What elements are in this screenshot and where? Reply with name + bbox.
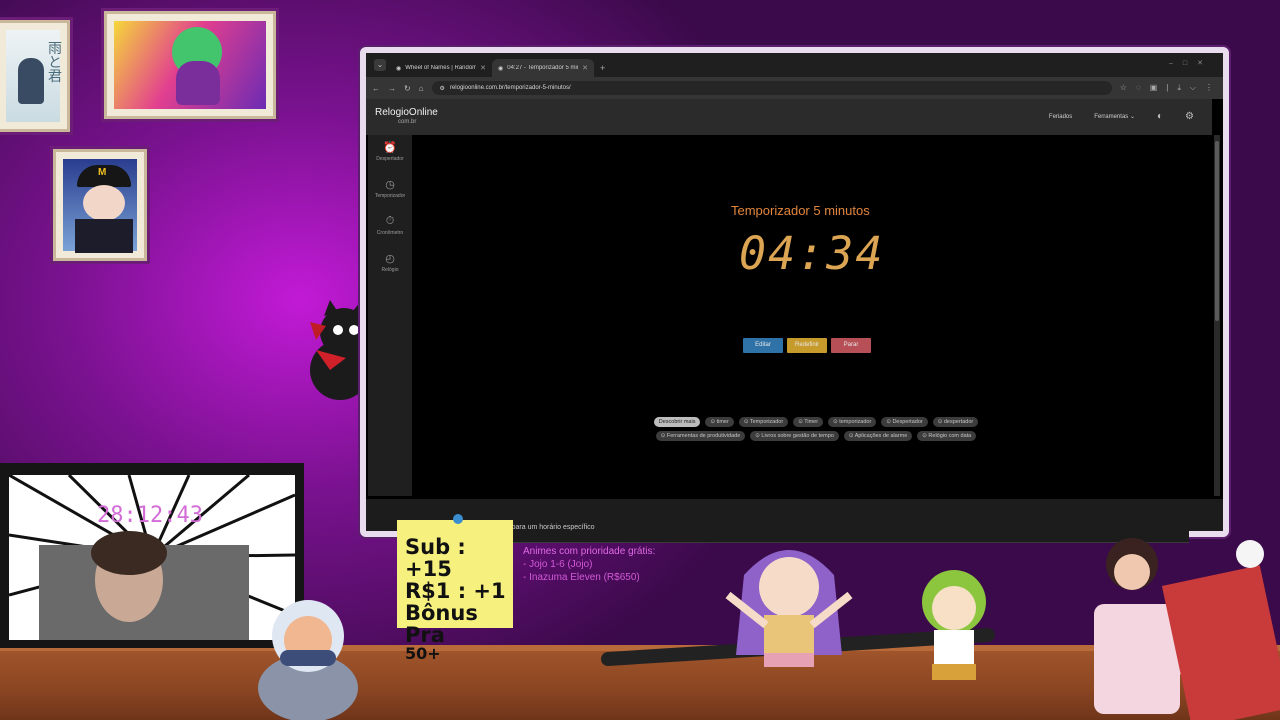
sidebar-item-despertador[interactable]: ⏰ Despertador: [368, 141, 412, 162]
sidebar-item-relogio[interactable]: ◴ Relógio: [368, 252, 412, 273]
window-controls[interactable]: –□✕: [1169, 59, 1213, 67]
search-chip[interactable]: ⊙ despertador: [932, 417, 979, 427]
framed-anime-art: [104, 11, 276, 119]
search-chip[interactable]: ⊙ Despertador: [881, 417, 928, 427]
anime-list-header: Animes com prioridade grátis:: [523, 546, 656, 557]
edit-button[interactable]: Editar: [743, 338, 783, 353]
header-nav: Feriados Ferramentas ⌄ ◐ ⚙: [1049, 111, 1194, 122]
framed-portrait-art: M: [53, 149, 147, 261]
tab-title: Wheel of Names | Random nam: [405, 65, 477, 71]
search-chip[interactable]: ⊙ timer: [705, 417, 734, 427]
browser-tab-bar: ⌄ ◉ Wheel of Names | Random nam ✕ ◉ 04:2…: [366, 53, 1223, 77]
site-logo[interactable]: RelogioOnline: [375, 107, 438, 118]
forward-icon[interactable]: →: [388, 84, 396, 93]
purple-hair-character: [725, 550, 853, 667]
note-line: 50+: [405, 644, 441, 663]
nav-ferramentas-label: Ferramentas: [1094, 114, 1129, 120]
timer-title: Temporizador 5 minutos: [731, 203, 870, 218]
tab-search-icon[interactable]: ⌄: [374, 59, 386, 71]
sidebar-item-cronometro[interactable]: ⏱ Cronômetro: [368, 215, 412, 236]
page-scrollbar[interactable]: [1214, 135, 1220, 496]
pushpin-icon: [453, 514, 463, 524]
winter-character-figure: [258, 600, 358, 720]
search-chip[interactable]: ⊙ Ferramentas de produtividade: [655, 431, 746, 441]
profile-icon[interactable]: ⌵: [1190, 83, 1196, 93]
tab-temporizador[interactable]: ◉ 04:27 - Temporizador 5 minuto ✕: [492, 59, 594, 77]
globe-icon: ◉: [498, 65, 504, 72]
sidebar: ⏰ Despertador ◷ Temporizador ⏱ Cronômetr…: [368, 135, 412, 496]
anime-list-item: - Inazuma Eleven (R$650): [523, 572, 640, 583]
note-line: Bônus Pra: [405, 601, 478, 647]
search-chip[interactable]: ⊙ Timer: [793, 417, 824, 427]
nav-ferramentas[interactable]: Ferramentas ⌄: [1094, 113, 1135, 120]
website-viewport: RelogioOnline com.br Feriados Ferramenta…: [366, 99, 1223, 543]
tab-title: 04:27 - Temporizador 5 minuto: [507, 65, 578, 71]
globe-icon: ◉: [396, 65, 402, 72]
stopwatch-icon: ⏱: [385, 215, 395, 227]
close-tab-icon[interactable]: ✕: [480, 64, 486, 72]
anime-priority-list: Animes com prioridade grátis: - Jojo 1-6…: [523, 545, 655, 584]
site-header: RelogioOnline com.br Feriados Ferramenta…: [366, 99, 1212, 135]
settings-gear-icon[interactable]: ⚙: [1185, 111, 1194, 122]
browser-toolbar: ← → ↻ ⌂ ⚙ relogioonline.com.br/temporiza…: [366, 77, 1223, 99]
home-icon[interactable]: ⌂: [419, 84, 424, 93]
divider: |: [1166, 83, 1169, 92]
theme-toggle-icon[interactable]: ◐: [1157, 111, 1163, 122]
clock-icon: ◴: [385, 253, 395, 265]
address-bar[interactable]: ⚙ relogioonline.com.br/temporizador-5-mi…: [431, 81, 1112, 95]
sidebar-item-label: Relógio: [381, 267, 399, 273]
sidebar-item-label: Cronômetro: [376, 230, 404, 236]
search-chip[interactable]: ⊙ Livros sobre gestão de tempo: [750, 431, 839, 441]
mug-with-character: [1094, 538, 1280, 720]
back-icon[interactable]: ←: [372, 84, 380, 93]
framed-art-left: 雨と君: [0, 20, 70, 132]
search-chip[interactable]: ⊙ Relógio com data: [917, 431, 977, 441]
sidebar-item-label: Temporizador: [374, 193, 406, 199]
timer-icon: ◷: [385, 179, 395, 191]
search-chip[interactable]: ⊙ temporizador: [828, 417, 877, 427]
extension-icon[interactable]: ◌: [1136, 83, 1141, 93]
reset-button[interactable]: Redefinir: [787, 338, 827, 353]
sub-rules-note: Sub : +15 R$1 : +1 Bônus Pra 50+: [397, 514, 513, 662]
nav-feriados[interactable]: Feriados: [1049, 114, 1072, 120]
download-icon[interactable]: ⤓: [1177, 83, 1181, 93]
bookmark-star-icon[interactable]: ☆: [1120, 83, 1127, 93]
stream-timer: 28:12:43: [97, 503, 203, 528]
new-tab-icon[interactable]: +: [600, 63, 605, 73]
note-line: Sub : +15: [405, 535, 466, 581]
search-chip[interactable]: ⊙ Temporizador: [738, 417, 789, 427]
green-hair-character: [922, 570, 986, 680]
site-logo-sub: com.br: [398, 119, 417, 125]
alarm-clock-icon: ⏰: [383, 142, 397, 154]
search-chip[interactable]: ⊙ Aplicações de alarme: [843, 431, 913, 441]
chevron-down-icon: ⌄: [1129, 114, 1135, 120]
close-tab-icon[interactable]: ✕: [582, 64, 588, 72]
note-line: R$1 : +1: [405, 579, 506, 603]
extensions-puzzle-icon[interactable]: ▣: [1150, 83, 1158, 93]
stop-button[interactable]: Parar: [831, 338, 871, 353]
scrollbar-thumb[interactable]: [1215, 141, 1219, 321]
monitor: ⌄ ◉ Wheel of Names | Random nam ✕ ◉ 04:2…: [360, 47, 1229, 543]
reload-icon[interactable]: ↻: [404, 84, 411, 93]
kebab-menu-icon[interactable]: ⋮: [1205, 83, 1213, 93]
anime-list-item: - Jojo 1-6 (Jojo): [523, 559, 593, 570]
timer-countdown: 04:34: [739, 227, 885, 280]
url-text: relogioonline.com.br/temporizador-5-minu…: [449, 85, 571, 91]
related-search-chips: Descobrir mais ⊙ timer ⊙ Temporizador ⊙ Tim…: [616, 417, 1016, 441]
sidebar-item-temporizador[interactable]: ◷ Temporizador: [368, 178, 412, 199]
search-chip[interactable]: Descobrir mais: [653, 417, 701, 427]
tab-wheel-of-names[interactable]: ◉ Wheel of Names | Random nam ✕: [390, 59, 492, 77]
sidebar-item-label: Despertador: [376, 156, 404, 162]
site-info-icon[interactable]: ⚙: [440, 85, 445, 92]
